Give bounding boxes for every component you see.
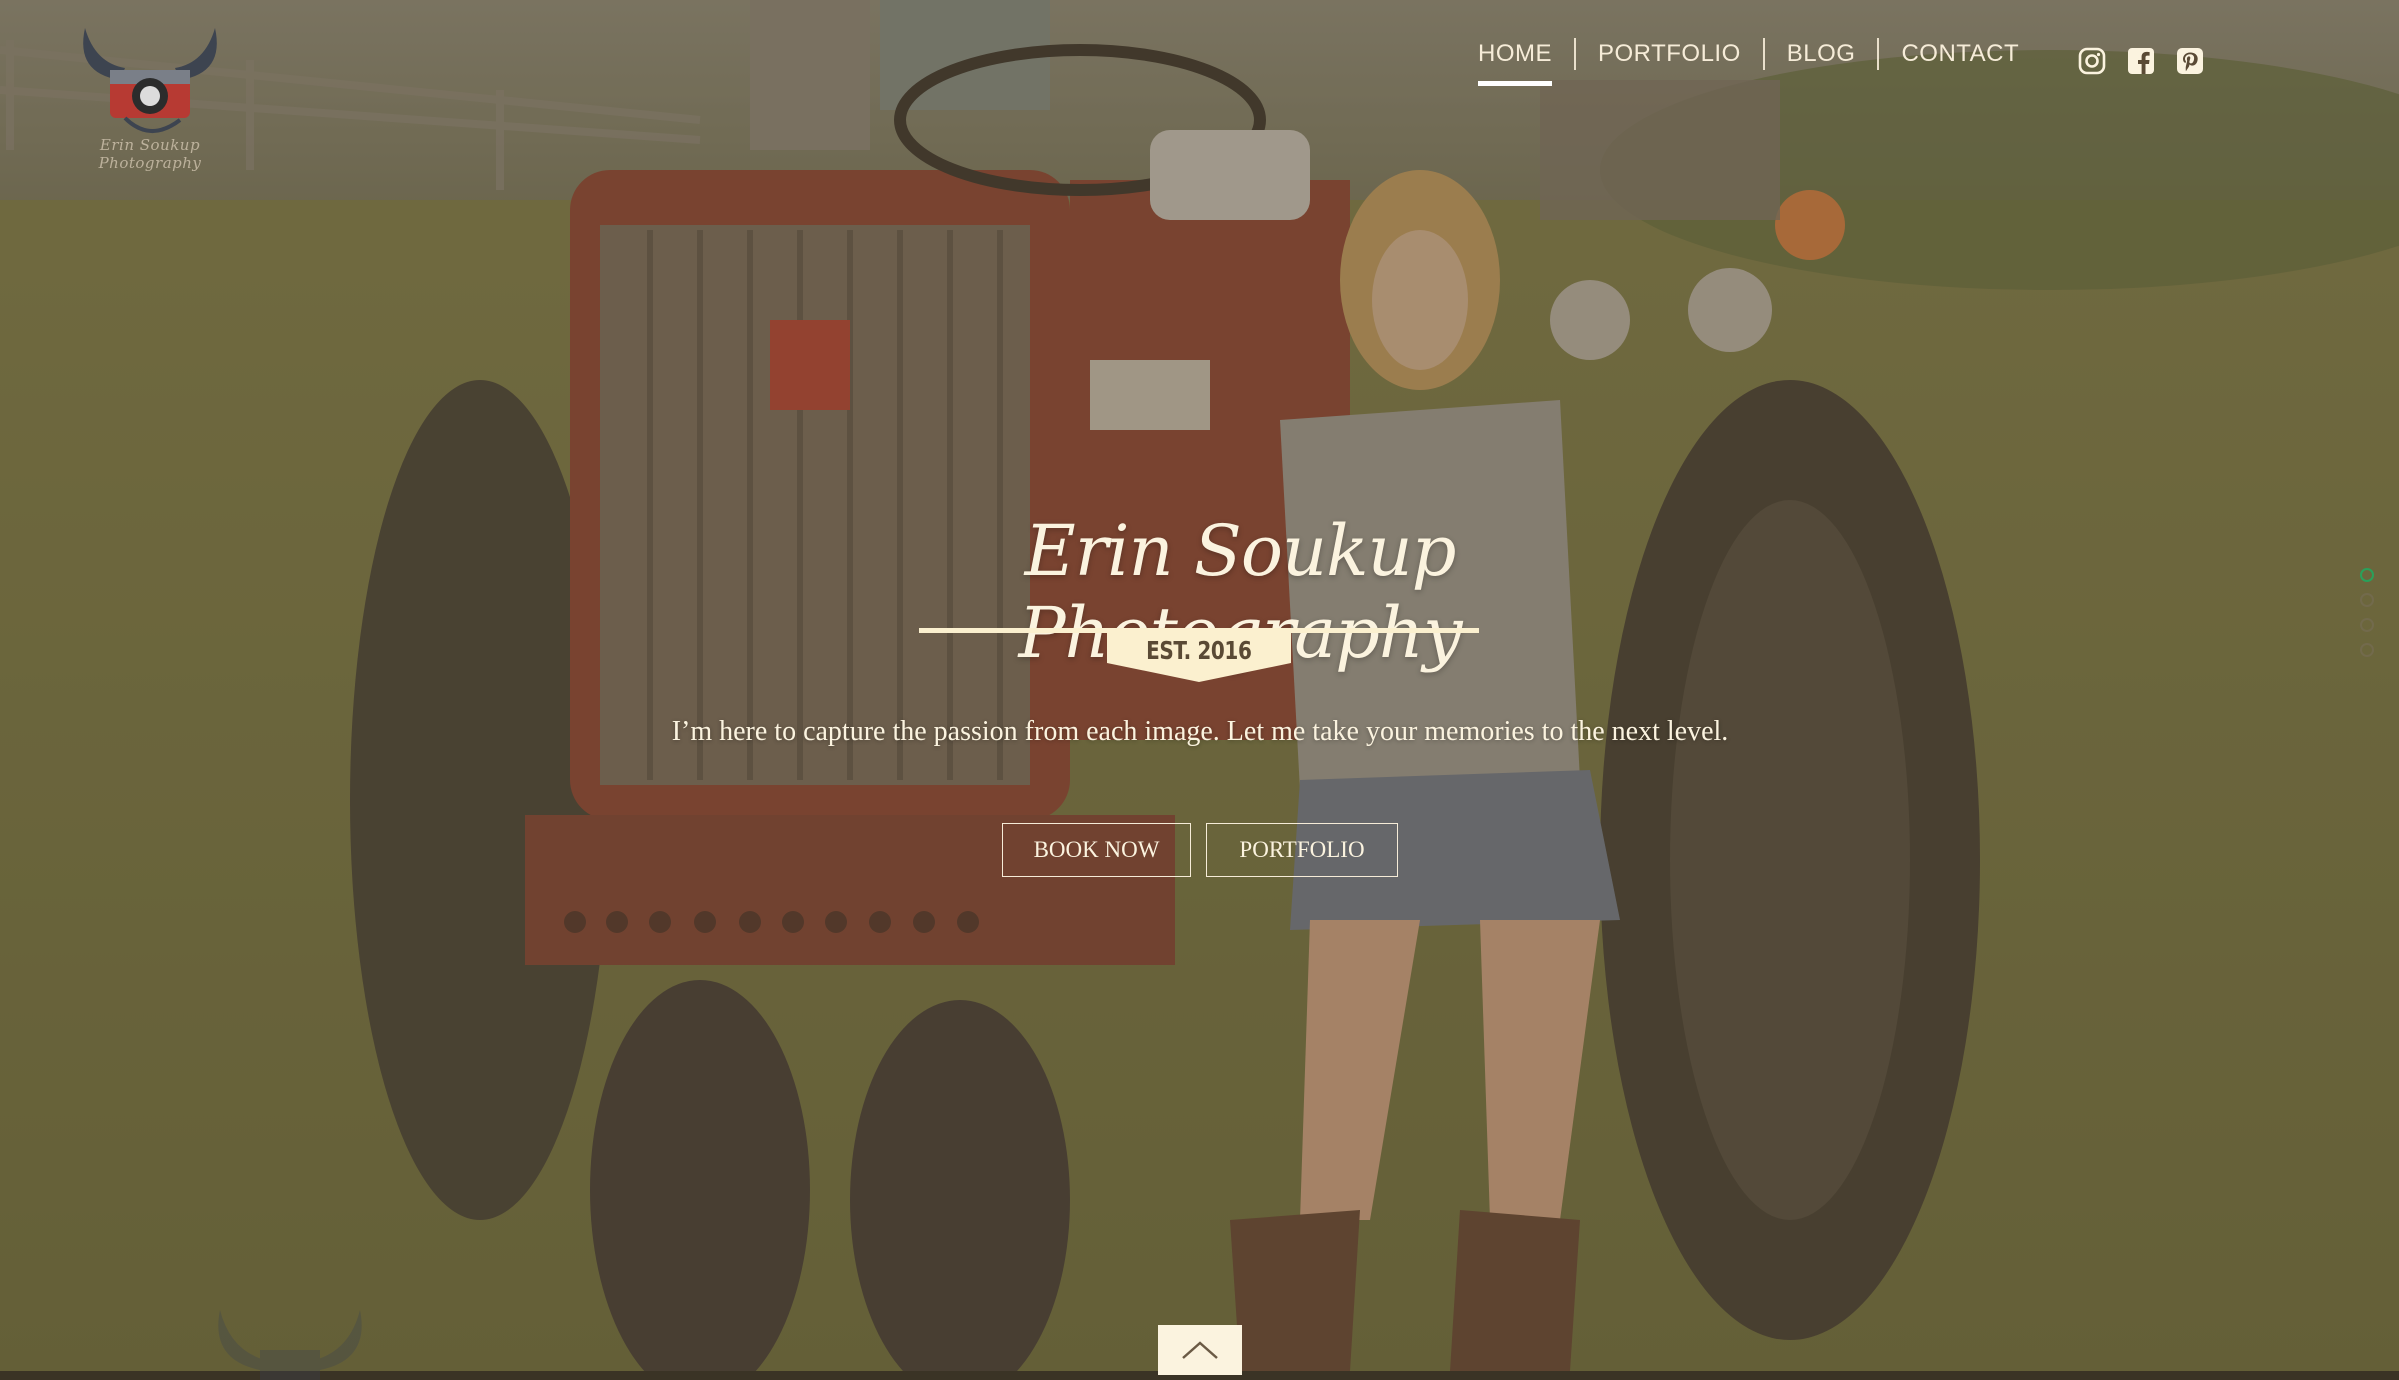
scroll-to-top-button[interactable]: [1158, 1325, 1242, 1375]
instagram-icon[interactable]: [2078, 47, 2106, 75]
site-logo[interactable]: Erin Soukup Photography: [70, 18, 230, 172]
main-nav: HOME PORTFOLIO BLOG CONTACT: [1478, 34, 2019, 86]
nav-item-blog[interactable]: BLOG: [1787, 40, 1856, 68]
slider-pagination: [2360, 568, 2374, 657]
hero-background-photo: [0, 0, 2399, 1371]
camera-with-horns-logo: [83, 28, 217, 133]
slider-dot-2[interactable]: [2360, 593, 2374, 607]
nav-item-home[interactable]: HOME: [1478, 40, 1552, 86]
logo-caption: Erin Soukup Photography: [98, 136, 202, 172]
portfolio-button[interactable]: PORTFOLIO: [1206, 823, 1398, 877]
slider-dot-4[interactable]: [2360, 643, 2374, 657]
nav-divider: [1574, 38, 1576, 70]
pinterest-icon[interactable]: [2176, 47, 2204, 75]
nav-item-portfolio[interactable]: PORTFOLIO: [1598, 40, 1741, 68]
hero-tagline: I’m here to capture the passion from eac…: [671, 716, 1729, 747]
facebook-icon[interactable]: [2127, 47, 2155, 75]
chevron-up-icon: [1182, 1341, 1218, 1359]
hero-color-overlay: [0, 0, 2399, 1371]
established-text: EST. 2016: [1146, 636, 1252, 665]
book-now-button[interactable]: BOOK NOW: [1002, 823, 1191, 877]
social-links: [2078, 47, 2204, 75]
nav-item-contact[interactable]: CONTACT: [1901, 40, 2019, 68]
footer-logo-watermark: [218, 1310, 362, 1380]
nav-divider: [1762, 38, 1765, 70]
slider-dot-3[interactable]: [2360, 618, 2374, 632]
slider-dot-1[interactable]: [2360, 568, 2374, 582]
nav-divider: [1877, 38, 1880, 70]
